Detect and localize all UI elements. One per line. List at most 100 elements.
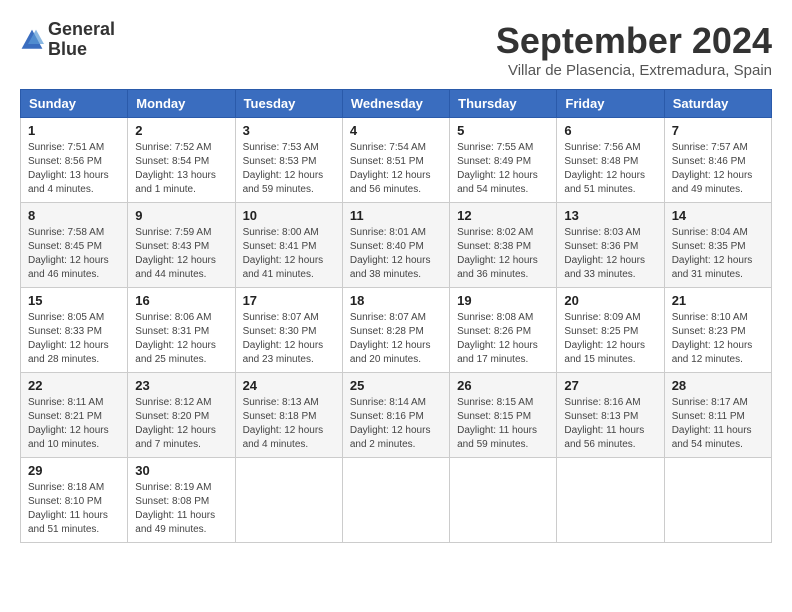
- col-thursday: Thursday: [450, 90, 557, 118]
- day-number: 8: [28, 208, 120, 223]
- calendar-table: Sunday Monday Tuesday Wednesday Thursday…: [20, 89, 772, 543]
- calendar-day-cell: 12 Sunrise: 8:02 AM Sunset: 8:38 PM Dayli…: [450, 203, 557, 288]
- day-number: 1: [28, 123, 120, 138]
- day-number: 13: [564, 208, 656, 223]
- calendar-week-row: 29 Sunrise: 8:18 AM Sunset: 8:10 PM Dayli…: [21, 458, 772, 543]
- calendar-day-cell: 13 Sunrise: 8:03 AM Sunset: 8:36 PM Dayli…: [557, 203, 664, 288]
- day-info: Sunrise: 7:52 AM Sunset: 8:54 PM Dayligh…: [135, 141, 227, 197]
- day-info: Sunrise: 8:17 AM Sunset: 8:11 PM Dayligh…: [672, 396, 764, 452]
- calendar-day-cell: 20Sunrise: 8:09 AM Sunset: 8:25 PM Dayli…: [557, 288, 664, 373]
- day-number: 18: [350, 293, 442, 308]
- calendar-day-cell: 16Sunrise: 8:06 AM Sunset: 8:31 PM Dayli…: [128, 288, 235, 373]
- day-number: 4: [350, 123, 442, 138]
- calendar-day-cell: 19 Sunrise: 8:08 AM Sunset: 8:26 PM Dayli…: [450, 288, 557, 373]
- page-header: General Blue September 2024 Villar de Pl…: [20, 20, 772, 79]
- calendar-day-cell: 4 Sunrise: 7:54 AM Sunset: 8:51 PM Daylig…: [342, 118, 449, 203]
- day-number: 3: [243, 123, 335, 138]
- calendar-day-cell: 24Sunrise: 8:13 AM Sunset: 8:18 PM Dayli…: [235, 373, 342, 458]
- col-tuesday: Tuesday: [235, 90, 342, 118]
- calendar-day-cell: 25Sunrise: 8:14 AM Sunset: 8:16 PM Dayli…: [342, 373, 449, 458]
- calendar-day-cell: 6 Sunrise: 7:56 AM Sunset: 8:48 PM Daylig…: [557, 118, 664, 203]
- calendar-day-cell: [664, 458, 771, 543]
- day-info: Sunrise: 8:16 AM Sunset: 8:13 PM Dayligh…: [564, 396, 656, 452]
- day-number: 27: [564, 378, 656, 393]
- col-monday: Monday: [128, 90, 235, 118]
- day-number: 23: [135, 378, 227, 393]
- day-info: Sunrise: 8:03 AM Sunset: 8:36 PM Dayligh…: [564, 226, 656, 282]
- subtitle: Villar de Plasencia, Extremadura, Spain: [496, 62, 772, 79]
- calendar-day-cell: 27 Sunrise: 8:16 AM Sunset: 8:13 PM Dayli…: [557, 373, 664, 458]
- calendar-day-cell: [557, 458, 664, 543]
- title-area: September 2024 Villar de Plasencia, Extr…: [496, 20, 772, 79]
- day-info: Sunrise: 8:10 AM Sunset: 8:23 PM Dayligh…: [672, 311, 764, 367]
- day-info: Sunrise: 8:19 AM Sunset: 8:08 PM Dayligh…: [135, 481, 227, 537]
- day-info: Sunrise: 8:00 AM Sunset: 8:41 PM Dayligh…: [243, 226, 335, 282]
- day-info: Sunrise: 7:54 AM Sunset: 8:51 PM Dayligh…: [350, 141, 442, 197]
- day-number: 26: [457, 378, 549, 393]
- day-info: Sunrise: 7:53 AM Sunset: 8:53 PM Dayligh…: [243, 141, 335, 197]
- calendar-day-cell: 14 Sunrise: 8:04 AM Sunset: 8:35 PM Dayli…: [664, 203, 771, 288]
- day-number: 6: [564, 123, 656, 138]
- day-number: 30: [135, 463, 227, 478]
- day-number: 20: [564, 293, 656, 308]
- day-number: 24: [243, 378, 335, 393]
- day-info: Sunrise: 7:59 AM Sunset: 8:43 PM Dayligh…: [135, 226, 227, 282]
- day-number: 17: [243, 293, 335, 308]
- calendar-day-cell: 7 Sunrise: 7:57 AM Sunset: 8:46 PM Daylig…: [664, 118, 771, 203]
- day-number: 14: [672, 208, 764, 223]
- day-info: Sunrise: 8:07 AM Sunset: 8:28 PM Dayligh…: [350, 311, 442, 367]
- day-number: 5: [457, 123, 549, 138]
- calendar-week-row: 1 Sunrise: 7:51 AM Sunset: 8:56 PM Daylig…: [21, 118, 772, 203]
- col-sunday: Sunday: [21, 90, 128, 118]
- day-info: Sunrise: 8:05 AM Sunset: 8:33 PM Dayligh…: [28, 311, 120, 367]
- day-info: Sunrise: 8:11 AM Sunset: 8:21 PM Dayligh…: [28, 396, 120, 452]
- calendar-day-cell: 30 Sunrise: 8:19 AM Sunset: 8:08 PM Dayli…: [128, 458, 235, 543]
- calendar-day-cell: 29 Sunrise: 8:18 AM Sunset: 8:10 PM Dayli…: [21, 458, 128, 543]
- calendar-day-cell: 9 Sunrise: 7:59 AM Sunset: 8:43 PM Daylig…: [128, 203, 235, 288]
- calendar-day-cell: 17 Sunrise: 8:07 AM Sunset: 8:30 PM Dayli…: [235, 288, 342, 373]
- day-info: Sunrise: 8:04 AM Sunset: 8:35 PM Dayligh…: [672, 226, 764, 282]
- col-wednesday: Wednesday: [342, 90, 449, 118]
- logo-text: General Blue: [48, 20, 115, 60]
- day-number: 7: [672, 123, 764, 138]
- calendar-day-cell: 21 Sunrise: 8:10 AM Sunset: 8:23 PM Dayli…: [664, 288, 771, 373]
- day-info: Sunrise: 8:12 AM Sunset: 8:20 PM Dayligh…: [135, 396, 227, 452]
- calendar-day-cell: 8Sunrise: 7:58 AM Sunset: 8:45 PM Daylig…: [21, 203, 128, 288]
- day-number: 9: [135, 208, 227, 223]
- day-info: Sunrise: 7:51 AM Sunset: 8:56 PM Dayligh…: [28, 141, 120, 197]
- day-info: Sunrise: 8:08 AM Sunset: 8:26 PM Dayligh…: [457, 311, 549, 367]
- logo-icon: [20, 28, 44, 52]
- day-number: 12: [457, 208, 549, 223]
- logo: General Blue: [20, 20, 115, 60]
- calendar-day-cell: 2 Sunrise: 7:52 AM Sunset: 8:54 PM Daylig…: [128, 118, 235, 203]
- day-info: Sunrise: 8:07 AM Sunset: 8:30 PM Dayligh…: [243, 311, 335, 367]
- day-info: Sunrise: 8:01 AM Sunset: 8:40 PM Dayligh…: [350, 226, 442, 282]
- calendar-day-cell: 11Sunrise: 8:01 AM Sunset: 8:40 PM Dayli…: [342, 203, 449, 288]
- calendar-day-cell: 22Sunrise: 8:11 AM Sunset: 8:21 PM Dayli…: [21, 373, 128, 458]
- day-info: Sunrise: 8:18 AM Sunset: 8:10 PM Dayligh…: [28, 481, 120, 537]
- calendar-week-row: 8Sunrise: 7:58 AM Sunset: 8:45 PM Daylig…: [21, 203, 772, 288]
- day-number: 10: [243, 208, 335, 223]
- day-number: 25: [350, 378, 442, 393]
- day-info: Sunrise: 8:02 AM Sunset: 8:38 PM Dayligh…: [457, 226, 549, 282]
- day-number: 21: [672, 293, 764, 308]
- col-saturday: Saturday: [664, 90, 771, 118]
- day-info: Sunrise: 7:55 AM Sunset: 8:49 PM Dayligh…: [457, 141, 549, 197]
- calendar-day-cell: 1 Sunrise: 7:51 AM Sunset: 8:56 PM Daylig…: [21, 118, 128, 203]
- main-title: September 2024: [496, 20, 772, 62]
- calendar-day-cell: 28 Sunrise: 8:17 AM Sunset: 8:11 PM Dayli…: [664, 373, 771, 458]
- calendar-week-row: 22Sunrise: 8:11 AM Sunset: 8:21 PM Dayli…: [21, 373, 772, 458]
- calendar-day-cell: 3 Sunrise: 7:53 AM Sunset: 8:53 PM Daylig…: [235, 118, 342, 203]
- calendar-header-row: Sunday Monday Tuesday Wednesday Thursday…: [21, 90, 772, 118]
- day-number: 2: [135, 123, 227, 138]
- day-info: Sunrise: 8:15 AM Sunset: 8:15 PM Dayligh…: [457, 396, 549, 452]
- calendar-day-cell: [235, 458, 342, 543]
- day-number: 19: [457, 293, 549, 308]
- calendar-day-cell: 18 Sunrise: 8:07 AM Sunset: 8:28 PM Dayli…: [342, 288, 449, 373]
- day-number: 28: [672, 378, 764, 393]
- day-info: Sunrise: 7:56 AM Sunset: 8:48 PM Dayligh…: [564, 141, 656, 197]
- calendar-day-cell: 15Sunrise: 8:05 AM Sunset: 8:33 PM Dayli…: [21, 288, 128, 373]
- day-number: 29: [28, 463, 120, 478]
- day-info: Sunrise: 7:57 AM Sunset: 8:46 PM Dayligh…: [672, 141, 764, 197]
- day-info: Sunrise: 8:06 AM Sunset: 8:31 PM Dayligh…: [135, 311, 227, 367]
